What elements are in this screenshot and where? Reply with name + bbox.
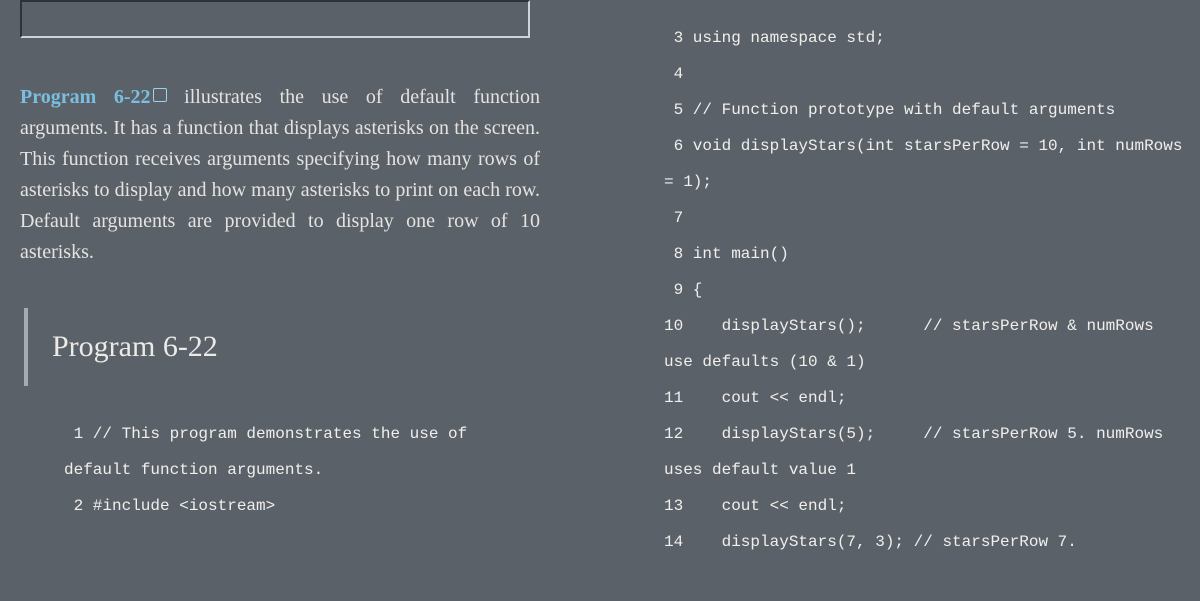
code-line: 2#include <iostream> (64, 488, 540, 524)
line-number: 14 (664, 524, 683, 560)
intro-paragraph-body: illustrates the use of default function … (20, 86, 540, 263)
line-number: 5 (664, 92, 683, 128)
line-number: 6 (664, 128, 683, 164)
program-link[interactable]: Program 6-22 (20, 86, 151, 108)
line-number: 3 (664, 20, 683, 56)
code-line: 13 cout << endl; (664, 488, 1190, 524)
intro-paragraph: Program 6-22 illustrates the use of defa… (20, 82, 540, 268)
line-number: 10 (664, 308, 683, 344)
line-number: 4 (664, 56, 683, 92)
code-line: 6void displayStars(int starsPerRow = 10,… (664, 128, 1190, 200)
line-number: 12 (664, 416, 683, 452)
code-line: 12 displayStars(5); // starsPerRow 5. nu… (664, 416, 1190, 488)
program-heading: Program 6-22 (52, 330, 540, 364)
code-line: 10 displayStars(); // starsPerRow & numR… (664, 308, 1190, 380)
line-number: 9 (664, 272, 683, 308)
line-number: 1 (64, 416, 83, 452)
code-block-right: 3using namespace std;45// Function proto… (664, 20, 1190, 560)
code-line: 9{ (664, 272, 1190, 308)
code-line: 14 displayStars(7, 3); // starsPerRow 7. (664, 524, 1190, 560)
external-link-icon[interactable] (153, 88, 167, 102)
code-line: 1// This program demonstrates the use of… (64, 416, 540, 488)
line-number: 11 (664, 380, 683, 416)
line-number: 7 (664, 200, 683, 236)
code-line: 5// Function prototype with default argu… (664, 92, 1190, 128)
code-line: 7 (664, 200, 1190, 236)
program-heading-block: Program 6-22 (24, 308, 540, 386)
line-number: 2 (64, 488, 83, 524)
code-line: 4 (664, 56, 1190, 92)
line-number: 8 (664, 236, 683, 272)
code-block-left: 1// This program demonstrates the use of… (64, 416, 540, 524)
code-line: 8int main() (664, 236, 1190, 272)
code-line: 11 cout << endl; (664, 380, 1190, 416)
line-number: 13 (664, 488, 683, 524)
code-line: 3using namespace std; (664, 20, 1190, 56)
search-input[interactable] (20, 0, 530, 38)
